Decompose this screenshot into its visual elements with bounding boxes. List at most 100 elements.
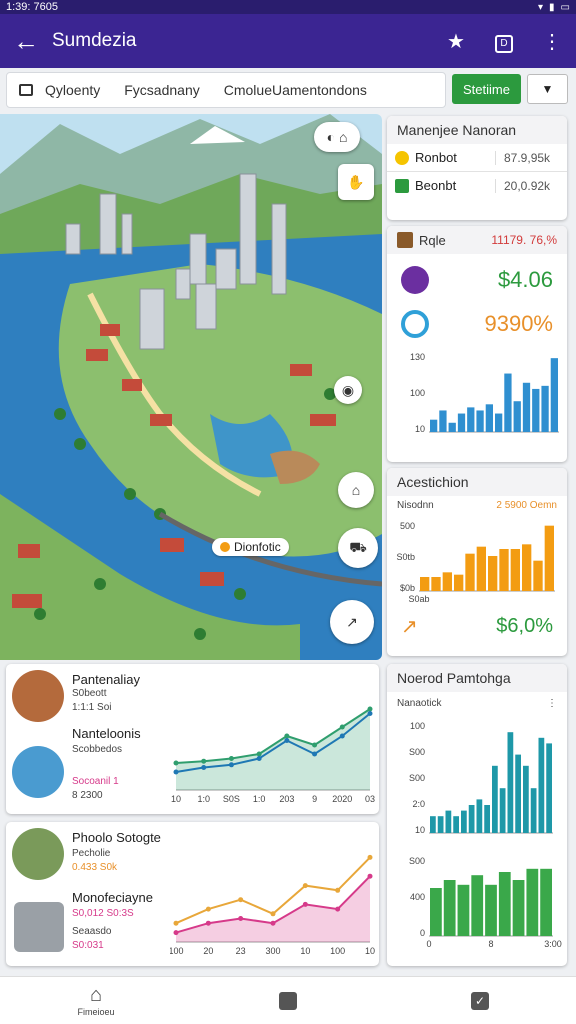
panel2-title: Phoolo Sotogte — [72, 830, 161, 845]
bar — [476, 410, 484, 432]
manager-row[interactable]: Beonbt 20,0.92k — [387, 172, 567, 199]
nav-home[interactable]: ⌂ Fimeioeu — [0, 977, 192, 1024]
data-point — [302, 883, 308, 889]
data-point — [173, 920, 179, 926]
location-icon[interactable]: ◉ — [334, 376, 362, 404]
x-tick-label: 0 — [426, 939, 431, 949]
tab-cmoluea[interactable]: CmolueUamentondons — [212, 82, 379, 98]
thumb-machine — [14, 902, 64, 952]
metric-value: 9390% — [484, 311, 553, 336]
data-point — [205, 906, 211, 912]
panel1-item2-title: Nanteloonis — [72, 726, 141, 741]
bar — [492, 765, 498, 833]
panel2-stat: 0.433 S0k — [72, 862, 118, 873]
bar — [532, 388, 540, 432]
pin-icon — [220, 542, 230, 552]
panel-pantenaliay: Pantenaliay S0beott 1:1:1 Soi Nantelooni… — [6, 664, 379, 814]
tab-fycsadnany[interactable]: Fycsadnany — [112, 82, 211, 98]
x-tick-label: 100 — [330, 946, 345, 956]
bar — [430, 816, 436, 833]
page-title: Sumdezia — [52, 30, 137, 51]
bar — [437, 816, 444, 833]
bar — [513, 401, 521, 432]
panel2-item2-title: Monofeciayne — [72, 890, 153, 905]
role-value: 11179. 76,% — [491, 233, 557, 247]
y-tick-label: 10 — [415, 825, 425, 835]
bar — [498, 872, 511, 936]
thumb-palm — [12, 746, 64, 798]
y-tick-label: S00 — [409, 856, 425, 866]
pan-icon[interactable]: ✋ — [338, 164, 374, 200]
wifi-icon: ▾ — [538, 1, 544, 13]
bar — [448, 422, 456, 432]
x-tick-label: S0S — [223, 794, 240, 804]
x-tick-label: 10 — [365, 946, 375, 956]
back-arrow-icon[interactable]: ← — [0, 26, 52, 57]
x-tick-label: 1:0 — [197, 794, 210, 804]
bar — [476, 546, 486, 591]
row-value: 20,0.92k — [495, 178, 550, 193]
bar — [420, 577, 430, 591]
bar — [468, 805, 475, 833]
acest-bar-chart: 500 S0tb $0bS0ab — [396, 521, 555, 604]
acest-metric-row: ↗ $6,0% — [387, 610, 567, 643]
x-tick-label: 10 — [171, 794, 181, 804]
data-point — [270, 920, 276, 926]
y-tick-label: 400 — [410, 892, 425, 902]
y-tick-label: 500 — [400, 521, 415, 531]
acest-sub-label: Nisodnn — [397, 500, 434, 511]
tab-bar: Qyloenty Fycsadnany CmolueUamentondons — [6, 72, 446, 108]
thumb-person — [12, 828, 64, 880]
car-icon[interactable]: ⛟ — [338, 528, 378, 568]
data-point — [335, 887, 341, 893]
bar — [454, 574, 464, 591]
data-point — [173, 760, 179, 766]
x-tick-label: 23 — [236, 946, 246, 956]
bar — [430, 419, 438, 432]
panel2-sub: Pecholie — [72, 848, 111, 859]
y-tick-label: S00 — [409, 747, 425, 757]
data-point — [228, 762, 234, 768]
star-icon[interactable]: ★ — [432, 29, 480, 54]
tag-icon[interactable]: ⌂ — [338, 472, 374, 508]
bar — [445, 810, 452, 833]
data-point — [256, 751, 262, 757]
app-bar: ← Sumdezia ★ D ⋮ — [0, 14, 576, 68]
panel-phoolo: Phoolo Sotogte Pecholie 0.433 S0k Monofe… — [6, 822, 379, 966]
x-tick-label: 10 — [300, 946, 310, 956]
role-header: Rqle 11179. 76,% — [387, 226, 567, 254]
city-map[interactable]: ◐ ⌂ ✋ ◉ ⌂ ⛟ ↗ Dionfotic — [0, 114, 382, 660]
route-icon[interactable]: ↗ — [330, 600, 374, 644]
map-place-label[interactable]: Dionfotic — [212, 538, 289, 556]
x-tick-label: 1:0 — [253, 794, 266, 804]
y-tick-label: S0tb — [396, 552, 415, 562]
bar — [540, 868, 552, 936]
acest-sub-value: 2 5900 Oemn — [496, 500, 557, 511]
bar — [512, 880, 525, 936]
data-point — [270, 911, 276, 917]
acest-subrow: Nisodnn 2 5900 Oemn — [387, 496, 567, 515]
status-button[interactable]: Stetiime — [452, 74, 521, 104]
chevron-down-icon[interactable]: ▼ — [527, 74, 568, 104]
panel1-title: Pantenaliay — [72, 672, 140, 687]
bar — [457, 884, 470, 936]
row-label: Beonbt — [415, 178, 457, 193]
nav-check[interactable]: ✓ — [384, 977, 576, 1024]
nav-middle[interactable] — [192, 977, 384, 1024]
acest-metric: $6,0% — [496, 615, 553, 637]
y-tick-label: S00 — [409, 773, 425, 783]
manager-row[interactable]: Ronbot 87.9,95k — [387, 144, 567, 172]
bar — [530, 788, 537, 833]
more-vert-icon[interactable]: ⋮ — [547, 698, 557, 709]
role-bar-chart: 130 100 10 — [410, 352, 559, 434]
panel2-item2-sub: S0,012 S0:3S — [72, 908, 134, 919]
metric-value: $4.06 — [497, 267, 553, 292]
target-icon — [401, 310, 429, 338]
tab-qyloenty[interactable]: Qyloenty — [33, 82, 112, 98]
more-vert-icon[interactable]: ⋮ — [528, 29, 576, 54]
layers-toggle[interactable]: ◐ ⌂ — [314, 122, 360, 152]
tablet-icon[interactable]: D — [480, 29, 528, 53]
data-point — [201, 765, 207, 770]
data-point — [367, 706, 373, 712]
bar — [439, 410, 447, 432]
